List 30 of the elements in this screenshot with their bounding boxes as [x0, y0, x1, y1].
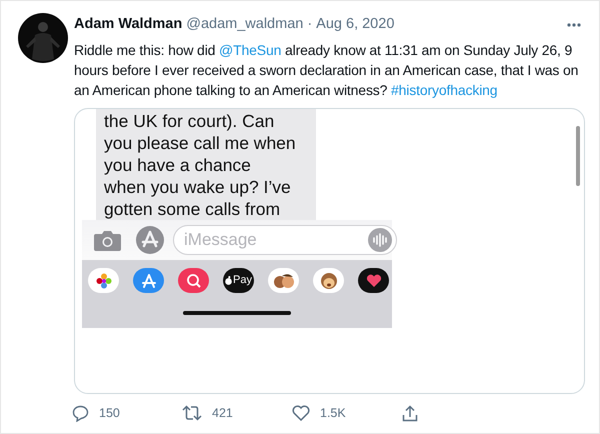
- heart-icon[interactable]: [358, 268, 389, 293]
- app-store-icon[interactable]: [135, 225, 165, 255]
- retweet-count: 421: [212, 405, 233, 422]
- app-store-icon[interactable]: [133, 268, 164, 293]
- share-icon[interactable]: [402, 404, 418, 422]
- like-count: 1.5K: [320, 405, 346, 422]
- reply-icon[interactable]: [72, 404, 89, 422]
- message-text: gotten some calls from: [104, 198, 282, 220]
- author-handle[interactable]: @adam_waldman: [186, 14, 304, 36]
- reply-count: 150: [99, 405, 120, 422]
- search-icon[interactable]: [178, 268, 209, 293]
- retweet-icon[interactable]: [182, 405, 202, 422]
- flower-icon[interactable]: [88, 268, 119, 293]
- author-name[interactable]: Adam Waldman: [74, 14, 182, 36]
- link[interactable]: #historyofhacking: [391, 82, 498, 98]
- tweet-date[interactable]: Aug 6, 2020: [316, 14, 394, 36]
- memoji-icon[interactable]: [268, 268, 299, 293]
- separator: ·: [307, 15, 312, 34]
- message-text: you have a chance: [104, 154, 252, 176]
- tweet-text: Riddle me this: how did @TheSun already know at 11:31 am on Sunday July 26, 9 hours before I ever received a sworn declaration in an American case, that I was on an American phone talking to an American witness? #historyofhacking: [74, 41, 580, 100]
- camera-icon[interactable]: [94, 230, 121, 250]
- link[interactable]: @TheSun: [219, 42, 282, 58]
- scroll-bar: [576, 126, 580, 186]
- more-icon[interactable]: [567, 22, 581, 27]
- message-text: you please call me when: [104, 132, 297, 154]
- apple-pay-icon[interactable]: Pay: [223, 268, 254, 293]
- monkey-icon[interactable]: [313, 268, 344, 293]
- message-text: when you wake up? I’ve: [104, 176, 292, 198]
- like-icon[interactable]: [292, 405, 310, 422]
- message-text: the UK for court). Can: [104, 110, 276, 132]
